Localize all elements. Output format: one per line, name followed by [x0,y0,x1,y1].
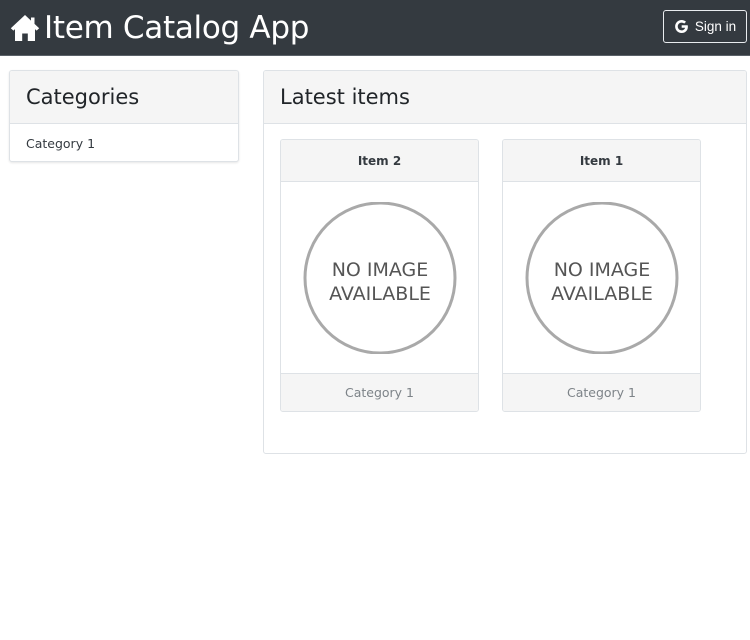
item-title: Item 2 [281,140,478,182]
sign-in-label: Sign in [694,19,737,34]
home-icon [10,15,40,41]
categories-header: Categories [10,71,238,124]
item-title: Item 1 [503,140,700,182]
categories-title: Categories [26,85,140,109]
no-image-text: AVAILABLE [329,283,431,305]
no-image-text: AVAILABLE [551,283,653,305]
item-category: Category 1 [281,373,478,411]
latest-items-title: Latest items [280,85,410,109]
category-link[interactable]: Category 1 [10,124,238,161]
item-card[interactable]: Item 2 NO IMAGE AVAILABLE Category 1 [280,139,479,412]
latest-items-panel: Latest items Item 2 NO IMAGE AVAILABLE C… [263,70,747,454]
latest-items-header: Latest items [264,71,746,124]
item-image: NO IMAGE AVAILABLE [281,182,478,373]
no-image-placeholder: NO IMAGE AVAILABLE [525,201,678,354]
sign-in-button[interactable]: Sign in [663,10,747,43]
no-image-text: NO IMAGE [331,259,428,281]
item-category: Category 1 [503,373,700,411]
categories-panel: Categories Category 1 [9,70,239,162]
item-card[interactable]: Item 1 NO IMAGE AVAILABLE Category 1 [502,139,701,412]
no-image-placeholder: NO IMAGE AVAILABLE [303,201,456,354]
item-image: NO IMAGE AVAILABLE [503,182,700,373]
brand-title: Item Catalog App [44,10,310,46]
no-image-text: NO IMAGE [553,259,650,281]
google-icon [674,20,688,33]
brand-link[interactable]: Item Catalog App [10,9,309,47]
navbar: Item Catalog App Sign in [0,0,750,56]
